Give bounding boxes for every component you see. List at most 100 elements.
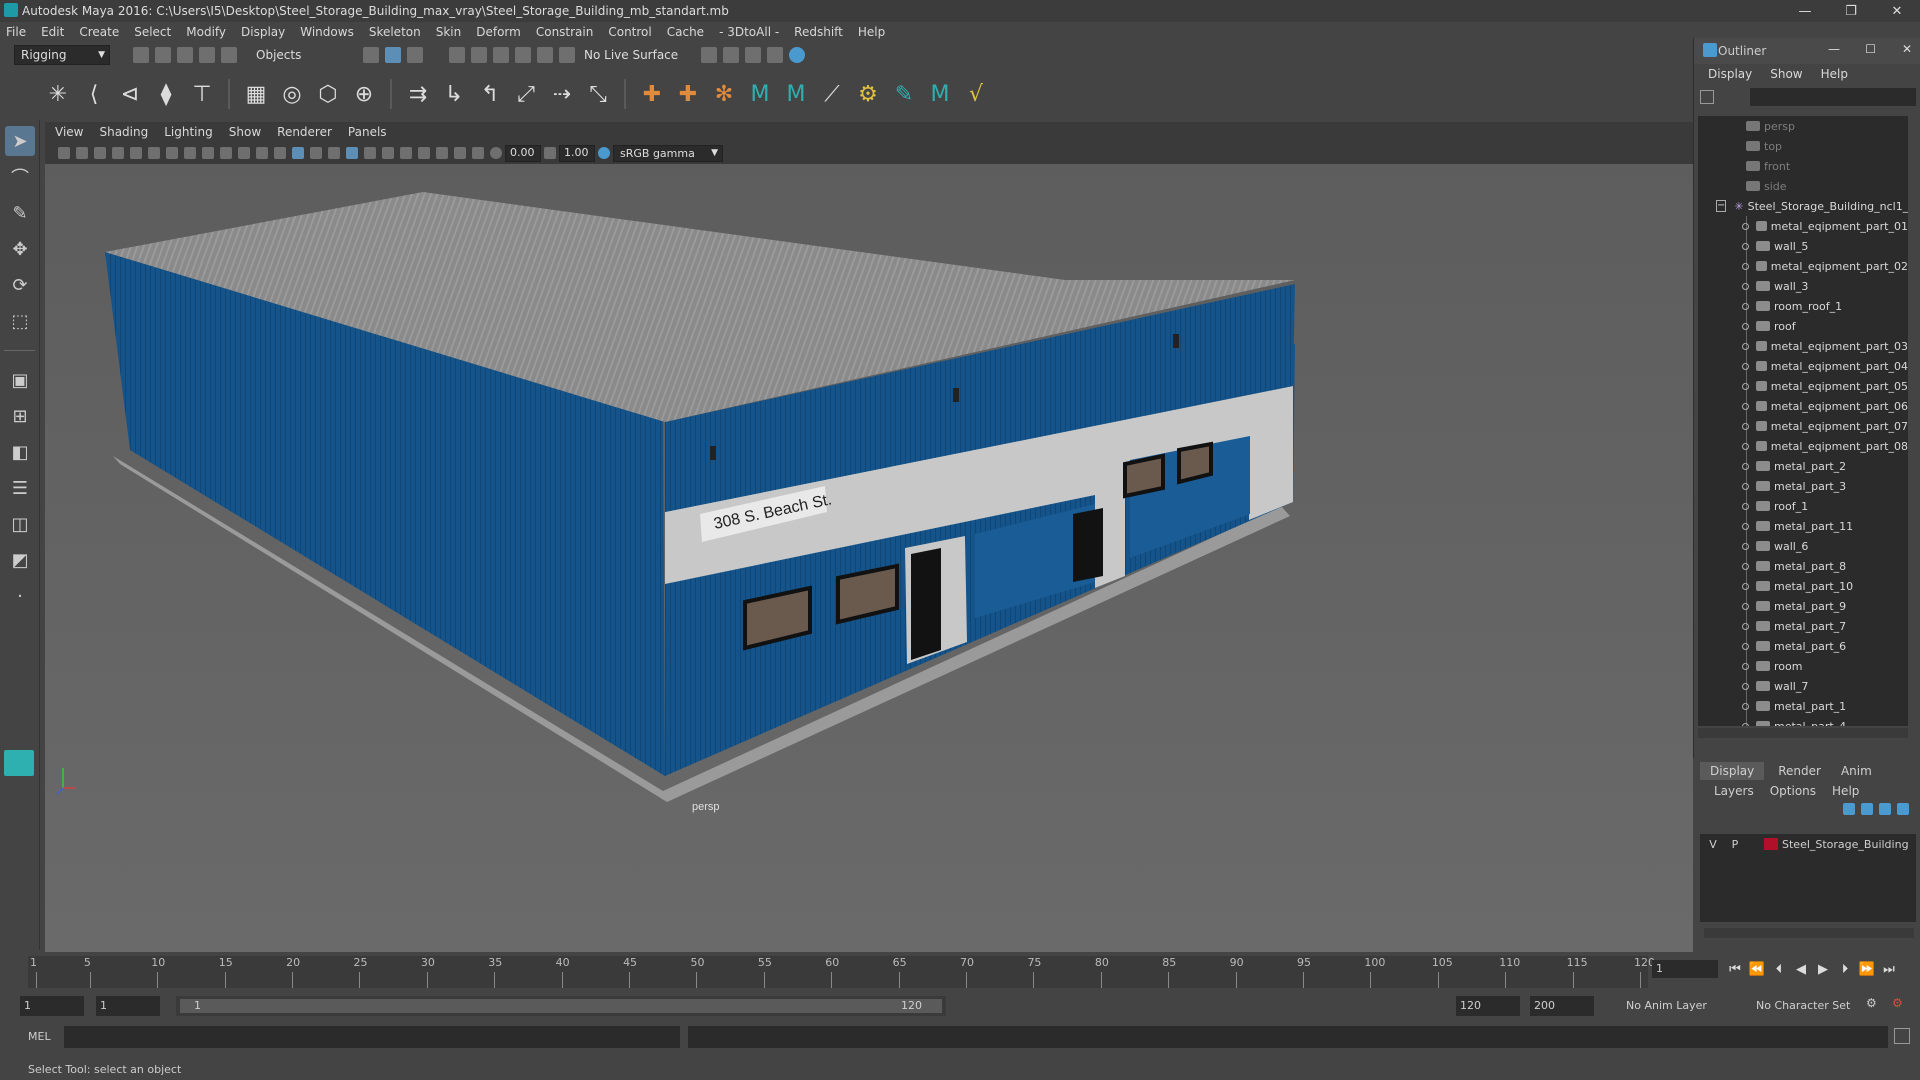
render-layout-icon[interactable]: ◩ bbox=[5, 545, 35, 575]
lights-icon[interactable] bbox=[364, 147, 376, 159]
safe-action-icon[interactable] bbox=[256, 147, 268, 159]
playback-start-field[interactable]: 1 bbox=[96, 996, 160, 1016]
lattice-icon[interactable]: ▦ bbox=[242, 80, 270, 108]
menu-redshift[interactable]: Redshift bbox=[794, 25, 843, 39]
collapse-icon[interactable]: − bbox=[1716, 200, 1727, 212]
gamma-icon[interactable] bbox=[544, 147, 556, 159]
layer-h-scrollbar[interactable] bbox=[1704, 928, 1914, 938]
step-back-key-icon[interactable]: ⏪ bbox=[1749, 962, 1765, 977]
film-gate-icon[interactable] bbox=[184, 147, 196, 159]
color-management-icon[interactable] bbox=[598, 147, 610, 159]
outliner-item[interactable]: roof bbox=[1698, 316, 1908, 336]
menu-cache[interactable]: Cache bbox=[667, 25, 704, 39]
outliner-item[interactable]: metal_part_8 bbox=[1698, 556, 1908, 576]
field-chart-icon[interactable] bbox=[238, 147, 250, 159]
view-transform-dropdown[interactable]: sRGB gamma ▼ bbox=[613, 144, 723, 162]
set-driven-key-icon[interactable]: ✎ bbox=[890, 80, 918, 108]
smooth-shade-icon[interactable] bbox=[292, 147, 304, 159]
outliner-item[interactable]: metal_eqipment_part_03 bbox=[1698, 336, 1908, 356]
scale-tool-icon[interactable]: ⬚ bbox=[5, 306, 35, 336]
open-scene-icon[interactable] bbox=[155, 47, 171, 63]
anim-layer-dropdown[interactable]: No Anim Layer bbox=[1622, 996, 1740, 1016]
parent-constraint-icon[interactable]: ⇉ bbox=[404, 80, 432, 108]
current-frame-field[interactable]: 1 bbox=[1652, 960, 1718, 978]
paint-select-icon[interactable]: ✎ bbox=[5, 198, 35, 228]
select-object-icon[interactable] bbox=[385, 47, 401, 63]
scale-constraint-icon[interactable]: ⤢ bbox=[512, 80, 540, 108]
lasso-tool-icon[interactable]: ⌒ bbox=[5, 162, 35, 192]
outliner-item[interactable]: wall_6 bbox=[1698, 536, 1908, 556]
skin-unbind-icon[interactable]: M bbox=[782, 80, 810, 108]
vp-menu-shading[interactable]: Shading bbox=[99, 125, 148, 139]
outliner-item[interactable]: metal_part_1 bbox=[1698, 696, 1908, 716]
layer-menu-options[interactable]: Options bbox=[1770, 784, 1816, 798]
redo-icon[interactable] bbox=[221, 47, 237, 63]
render-view-icon[interactable] bbox=[723, 47, 740, 63]
tab-display[interactable]: Display bbox=[1700, 762, 1765, 780]
2d-pan-icon[interactable] bbox=[130, 147, 142, 159]
range-bar[interactable]: 1 120 bbox=[176, 996, 946, 1016]
ik-handle-icon[interactable]: ⟨ bbox=[80, 80, 108, 108]
outliner-menu-display[interactable]: Display bbox=[1708, 67, 1752, 81]
snap-curve-icon[interactable] bbox=[471, 47, 487, 63]
snap-center-icon[interactable] bbox=[559, 47, 575, 63]
orient-constraint-icon[interactable]: ↰ bbox=[476, 80, 504, 108]
vp-menu-lighting[interactable]: Lighting bbox=[164, 125, 213, 139]
menu-skeleton[interactable]: Skeleton bbox=[369, 25, 421, 39]
save-scene-icon[interactable] bbox=[177, 47, 193, 63]
outliner-item[interactable]: metal_part_4 bbox=[1698, 716, 1908, 726]
camera-icon[interactable] bbox=[58, 147, 70, 159]
close-icon[interactable]: ✕ bbox=[1902, 42, 1912, 56]
menu-skin[interactable]: Skin bbox=[436, 25, 462, 39]
vp-menu-panels[interactable]: Panels bbox=[348, 125, 387, 139]
gamma-field[interactable]: 1.00 bbox=[559, 144, 595, 162]
grid-icon[interactable] bbox=[166, 147, 178, 159]
four-view-layout-icon[interactable]: ⊞ bbox=[5, 401, 35, 431]
outliner-menu-show[interactable]: Show bbox=[1770, 67, 1802, 81]
snap-view-icon[interactable] bbox=[515, 47, 531, 63]
outliner-item[interactable]: room_roof_1 bbox=[1698, 296, 1908, 316]
go-to-start-icon[interactable]: ⏮ bbox=[1728, 962, 1742, 977]
outliner-layout-icon[interactable]: ◧ bbox=[5, 437, 35, 467]
ipr-render-icon[interactable] bbox=[767, 47, 784, 63]
menu-file[interactable]: File bbox=[6, 25, 26, 39]
gate-mask-icon[interactable] bbox=[220, 147, 232, 159]
menu-constrain[interactable]: Constrain bbox=[536, 25, 594, 39]
selection-mode-dropdown[interactable]: Objects bbox=[250, 45, 350, 65]
outliner-item[interactable]: roof_1 bbox=[1698, 496, 1908, 516]
layer-down-icon[interactable] bbox=[1861, 803, 1873, 815]
pole-vector-icon[interactable]: ⤡ bbox=[584, 80, 612, 108]
outliner-search-input[interactable] bbox=[1750, 88, 1916, 106]
minimize-icon[interactable]: — bbox=[1782, 0, 1828, 22]
select-hierarchy-icon[interactable] bbox=[363, 47, 379, 63]
point-constraint-icon[interactable]: ↳ bbox=[440, 80, 468, 108]
snap-grid-icon[interactable] bbox=[449, 47, 465, 63]
outliner-item[interactable]: room bbox=[1698, 656, 1908, 676]
move-tool-icon[interactable]: ✥ bbox=[5, 234, 35, 264]
image-plane-icon[interactable] bbox=[112, 147, 124, 159]
render-settings-icon[interactable] bbox=[701, 47, 718, 63]
close-icon[interactable]: ✕ bbox=[1874, 0, 1920, 22]
go-to-end-icon[interactable]: ⏭ bbox=[1882, 962, 1896, 977]
joint-tool-icon[interactable]: ✳ bbox=[44, 80, 72, 108]
new-scene-icon[interactable] bbox=[133, 47, 149, 63]
outliner-item[interactable]: metal_eqipment_part_06 bbox=[1698, 396, 1908, 416]
xray-active-icon[interactable] bbox=[472, 147, 484, 159]
layer-playback-toggle[interactable]: P bbox=[1728, 838, 1742, 851]
select-tool-icon[interactable]: ➤ bbox=[5, 126, 35, 156]
outliner-item[interactable]: wall_5 bbox=[1698, 236, 1908, 256]
outliner-item[interactable]: metal_part_6 bbox=[1698, 636, 1908, 656]
snap-surface-icon[interactable] bbox=[537, 47, 553, 63]
play-forward-icon[interactable]: ▶ bbox=[1816, 962, 1830, 977]
wrap-icon[interactable]: ⬡ bbox=[314, 80, 342, 108]
textured-icon[interactable] bbox=[346, 147, 358, 159]
paint-weights-icon[interactable]: ⟋ bbox=[818, 80, 846, 108]
tab-anim[interactable]: Anim bbox=[1831, 762, 1882, 780]
outliner-item[interactable]: metal_eqipment_part_02 bbox=[1698, 256, 1908, 276]
outliner-item[interactable]: metal_part_11 bbox=[1698, 516, 1908, 536]
play-back-icon[interactable]: ◀ bbox=[1794, 962, 1808, 977]
new-layer-selected-icon[interactable] bbox=[1897, 803, 1909, 815]
render-current-icon[interactable] bbox=[745, 47, 762, 63]
menu-help[interactable]: Help bbox=[858, 25, 885, 39]
blend-shape-icon[interactable]: ⚙ bbox=[854, 80, 882, 108]
